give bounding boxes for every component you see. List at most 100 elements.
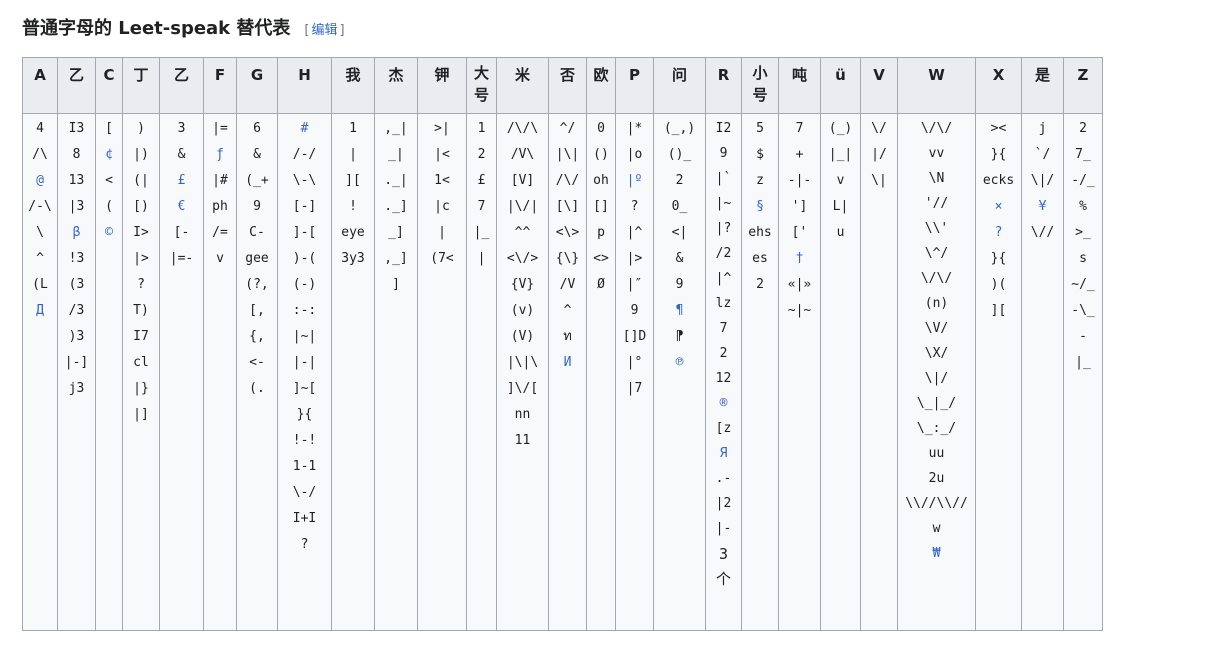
value-link[interactable]: § bbox=[754, 198, 766, 216]
value-item: >| bbox=[432, 120, 452, 138]
value-item: |o bbox=[624, 146, 645, 164]
value-link[interactable]: β bbox=[70, 224, 83, 242]
value-list: 3 & £ € [- |=- bbox=[163, 120, 200, 276]
value-item: |# bbox=[210, 172, 230, 190]
value-link[interactable]: × bbox=[992, 198, 1005, 216]
value-item: [\] bbox=[553, 198, 582, 216]
value-item: ^/ bbox=[557, 120, 578, 138]
value-list: 6 & (_+ 9 C-gee (?, [, {, <- (. bbox=[240, 120, 274, 406]
value-item: I+I bbox=[290, 510, 319, 528]
value-link[interactable]: £ bbox=[175, 172, 188, 190]
column-header: 丁 bbox=[122, 57, 160, 114]
value-item: {V} bbox=[508, 276, 537, 294]
value-link[interactable]: ƒ bbox=[214, 146, 226, 164]
values-cell: \/\/ vv \N '// \\' \^/ \/\/ (n) \V/ \X/ \|/ \_|_/ \_… bbox=[897, 113, 976, 631]
value-link[interactable]: Я bbox=[717, 445, 730, 463]
value-item: 7 bbox=[475, 198, 488, 216]
value-link[interactable]: ℗ bbox=[673, 354, 686, 372]
value-item: T) bbox=[131, 302, 151, 320]
column-header: 杰 bbox=[374, 57, 418, 114]
value-link[interactable]: И bbox=[561, 354, 574, 372]
value-link[interactable]: ? bbox=[992, 224, 1005, 242]
value-item: ( bbox=[103, 198, 115, 216]
values-cell: 6 & (_+ 9 C-gee (?, [, {, <- (. bbox=[236, 113, 278, 631]
value-link[interactable]: @ bbox=[34, 172, 46, 190]
value-item: ][ bbox=[988, 302, 1009, 320]
value-link[interactable]: ® bbox=[717, 395, 730, 413]
value-item: )( bbox=[988, 276, 1009, 294]
value-item: }{ bbox=[988, 146, 1009, 164]
value-list: |= ƒ |# ph /= v bbox=[207, 120, 233, 276]
value-link[interactable]: ¥ bbox=[1036, 198, 1049, 216]
value-item: |= bbox=[210, 120, 230, 138]
value-item: |″ bbox=[624, 276, 645, 294]
value-item: 1< bbox=[432, 172, 452, 190]
value-item: () bbox=[591, 146, 611, 164]
values-cell: 2 7_ -/_% >_ s ~/_ -\_ - |_ bbox=[1063, 113, 1103, 631]
value-item: (| bbox=[131, 172, 151, 190]
leet-table: A 乙 C 丁乙 F G H 我杰钾大号米否欧 P 问 R 小号吨 ü V W X 是 Z 4/\ @/-\ \ ^ (L… bbox=[22, 57, 1103, 631]
value-list: I3 8 13 |3 β !3 (3/3)3 |-] j3 bbox=[61, 120, 92, 406]
value-link[interactable]: |º bbox=[624, 172, 645, 190]
value-item: [) bbox=[131, 198, 151, 216]
value-item: 0_ bbox=[669, 198, 690, 216]
value-list: 5 $ z § ehs es 2 bbox=[745, 120, 775, 302]
value-list: 2 7_ -/_% >_ s ~/_ -\_ - |_ bbox=[1067, 120, 1099, 380]
value-item: ()_ bbox=[665, 146, 694, 164]
value-item: ! bbox=[347, 198, 359, 216]
value-link[interactable]: Д bbox=[34, 302, 46, 320]
value-item: ,_| bbox=[382, 120, 410, 138]
value-list: |* |o |º? |^ |> |″ 9 []D |° |7 bbox=[619, 120, 650, 406]
value-link[interactable]: ₩ bbox=[930, 545, 943, 563]
column-header: C bbox=[95, 57, 123, 114]
column-header: 乙 bbox=[57, 57, 96, 114]
value-item: ^ bbox=[561, 302, 574, 320]
value-item: 3 bbox=[175, 120, 188, 138]
value-item: |7 bbox=[624, 380, 645, 398]
value-item: & bbox=[673, 250, 686, 268]
value-link[interactable]: ¶ bbox=[673, 302, 686, 320]
edit-link[interactable]: 编辑 bbox=[312, 23, 338, 38]
value-item: es bbox=[750, 250, 770, 268]
value-link[interactable]: † bbox=[793, 250, 806, 268]
values-cell: 1 2 £7 |_ | bbox=[466, 113, 497, 631]
value-item: }{ bbox=[294, 406, 315, 424]
value-item: |? bbox=[713, 220, 734, 238]
value-item: < bbox=[103, 172, 115, 190]
value-item: ][ bbox=[343, 172, 363, 190]
value-item: \N bbox=[926, 170, 947, 188]
value-item: |-| bbox=[290, 354, 319, 372]
value-item: | bbox=[436, 224, 448, 242]
values-cell: 5 $ z § ehs es 2 bbox=[741, 113, 779, 631]
values-cell: 1 |][! eye 3y3 bbox=[331, 113, 375, 631]
values-cell: 3 & £ € [- |=- bbox=[159, 113, 204, 631]
column-header: H bbox=[277, 57, 332, 114]
value-item: [z bbox=[713, 420, 734, 438]
value-item: |} bbox=[131, 380, 151, 398]
value-item: I2 bbox=[713, 120, 734, 138]
header-row: A 乙 C 丁乙 F G H 我杰钾大号米否欧 P 问 R 小号吨 ü V W X 是 Z bbox=[22, 57, 1103, 114]
value-link[interactable]: © bbox=[103, 224, 115, 242]
value-item: |> bbox=[624, 250, 645, 268]
value-item: \\//\\// bbox=[903, 495, 970, 513]
value-item: 2 bbox=[673, 172, 686, 190]
value-item: >_ bbox=[1073, 224, 1093, 242]
values-cell: (_) |_| v L| u bbox=[820, 113, 861, 631]
value-link[interactable]: # bbox=[298, 120, 311, 138]
value-item: \^/ bbox=[922, 245, 951, 263]
value-link[interactable]: € bbox=[175, 198, 188, 216]
value-item: 2 bbox=[754, 276, 766, 294]
column-header: 我 bbox=[331, 57, 375, 114]
value-item: |=- bbox=[167, 250, 196, 268]
value-list: ) |) (| [) I> |>? T) I7 cl |} |] bbox=[126, 120, 156, 432]
value-item: & bbox=[175, 146, 188, 164]
value-item: /-\ bbox=[26, 198, 54, 216]
column-header: 大号 bbox=[466, 57, 497, 114]
value-item: 9 bbox=[628, 302, 641, 320]
value-item: 11 bbox=[512, 432, 533, 450]
value-item: j3 bbox=[66, 380, 87, 398]
value-link[interactable]: ¢ bbox=[103, 146, 115, 164]
value-item: p bbox=[595, 224, 607, 242]
value-item: (v) bbox=[508, 302, 537, 320]
column-header: V bbox=[860, 57, 898, 114]
